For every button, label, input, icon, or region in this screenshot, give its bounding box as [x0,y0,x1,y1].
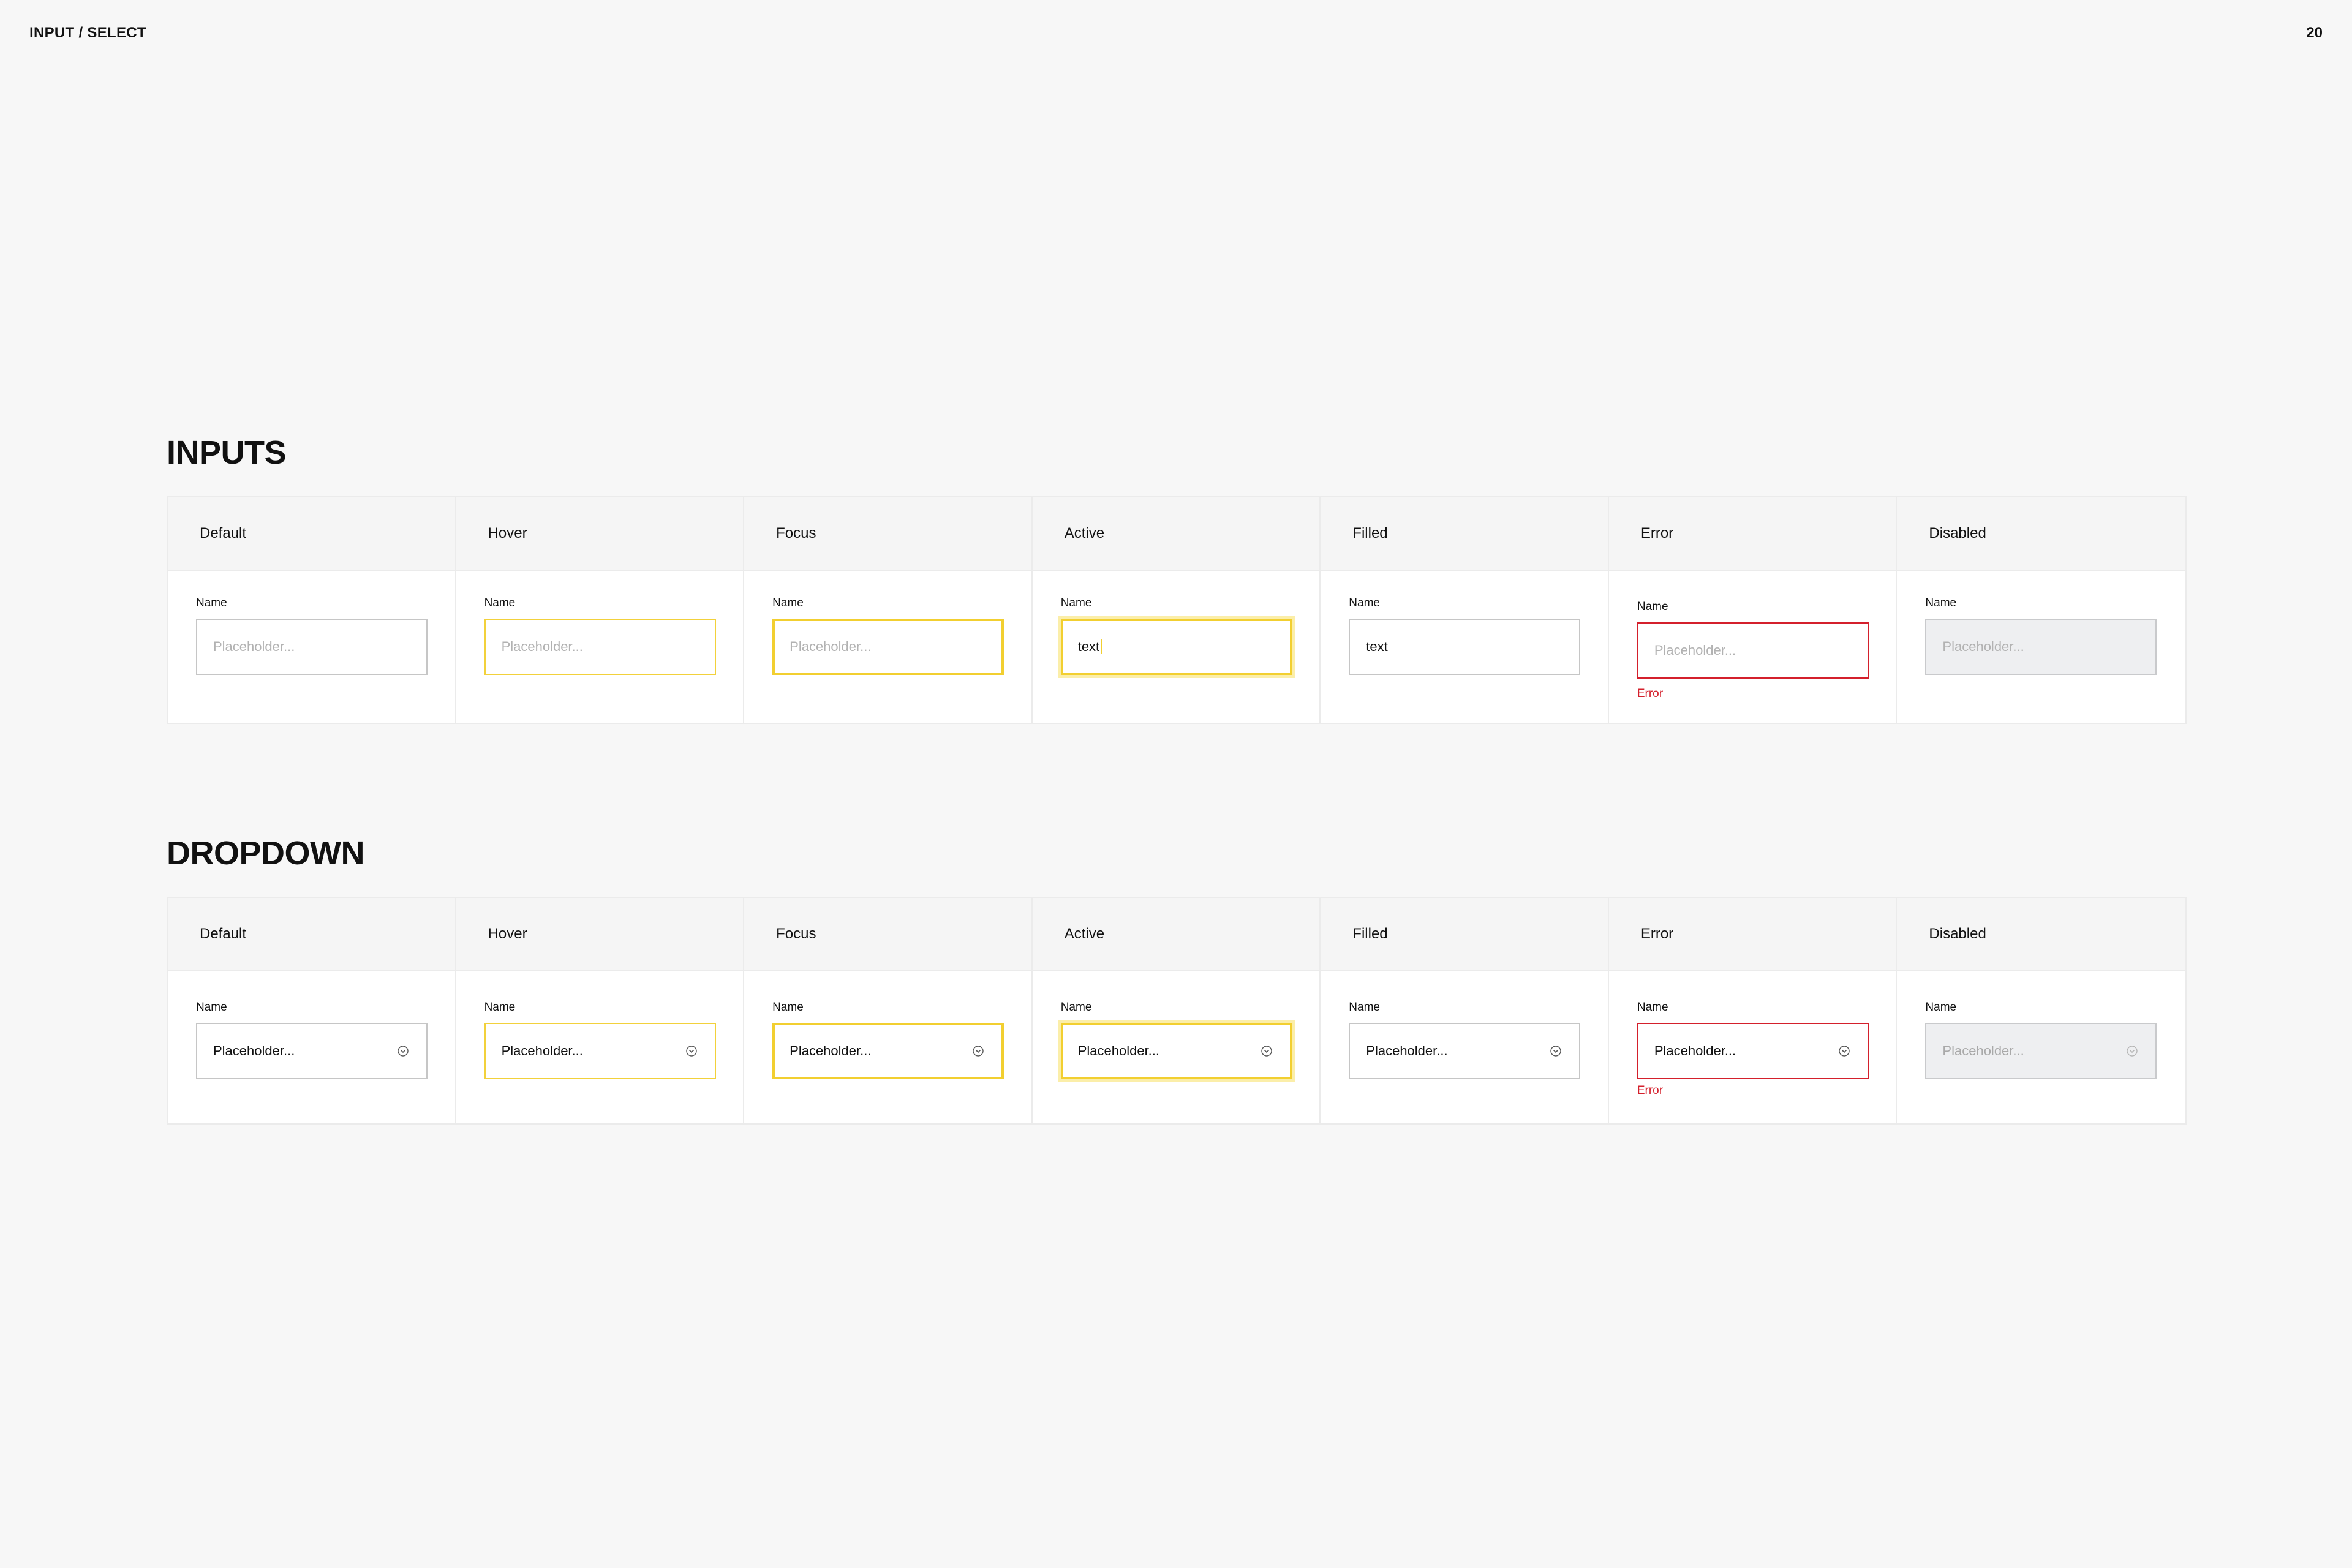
chevron-down-icon [1261,1046,1272,1057]
dropdown-cell-default: Name Placeholder... [168,971,456,1123]
col-header-hover: Hover [456,898,745,971]
input-value: text [1366,639,1388,654]
col-header-default: Default [168,497,456,571]
dropdown-cell-filled: Name Placeholder... [1321,971,1609,1123]
input-cell-filled: Name text [1321,571,1609,723]
chevron-down-icon [1839,1046,1850,1057]
field-label: Name [484,597,516,609]
input-cell-hover: Name Placeholder... [456,571,745,723]
col-header-filled: Filled [1321,898,1609,971]
col-header-error: Error [1608,497,1898,571]
dropdown-value: Placeholder... [1654,1043,1736,1058]
col-header-hover: Hover [456,497,745,571]
dropdown-value: Placeholder... [213,1043,295,1058]
input-default[interactable]: Placeholder... [196,619,428,675]
placeholder-text: Placeholder... [1654,643,1736,658]
chevron-down-icon [685,1046,697,1057]
chevron-down-icon [2127,1046,2138,1057]
dropdown-state-table: Default Hover Focus Active Filled Error … [167,897,2187,1125]
field-label: Name [1925,1001,1957,1014]
chevron-down-icon [1550,1046,1561,1057]
input-cell-error: Name Placeholder... Error [1609,571,1898,723]
dropdown-cell-hover: Name Placeholder... [456,971,745,1123]
error-message: Error [1637,687,1664,700]
field-label: Name [484,1001,516,1014]
col-header-default: Default [168,898,456,971]
field-label: Name [1349,597,1380,609]
col-header-focus: Focus [744,898,1033,971]
field-label: Name [1637,1001,1668,1014]
text-caret [1101,639,1103,654]
dropdown-cell-error: Name Placeholder... Error [1609,971,1898,1123]
dropdown-default[interactable]: Placeholder... [196,1023,428,1079]
field-label: Name [196,1001,227,1014]
dropdown-cell-focus: Name Placeholder... [744,971,1033,1123]
field-label: Name [1637,600,1668,613]
dropdown-cell-active: Name Placeholder... [1033,971,1321,1123]
error-message: Error [1637,1084,1664,1097]
field-label: Name [772,597,804,609]
dropdown-value: Placeholder... [1366,1043,1448,1058]
inputs-section-title: INPUTS [167,434,287,471]
placeholder-text: Placeholder... [1942,639,2024,654]
field-label: Name [772,1001,804,1014]
input-error[interactable]: Placeholder... [1637,622,1869,679]
col-header-active: Active [1032,898,1321,971]
dropdown-value: Placeholder... [1077,1043,1160,1058]
dropdown-hover[interactable]: Placeholder... [484,1023,716,1079]
dropdown-value: Placeholder... [501,1043,583,1058]
dropdown-value: Placeholder... [1942,1043,2024,1058]
input-filled[interactable]: text [1349,619,1581,675]
placeholder-text: Placeholder... [501,639,583,654]
dropdown-cell-disabled: Name Placeholder... [1897,971,2185,1123]
chevron-down-icon [398,1046,409,1057]
input-cell-focus: Name Placeholder... [744,571,1033,723]
input-active[interactable]: text [1060,619,1292,675]
inputs-state-table: Default Hover Focus Active Filled Error … [167,496,2187,724]
field-label: Name [1060,597,1092,609]
col-header-disabled: Disabled [1897,497,2185,571]
page-title: INPUT / SELECT [29,24,146,41]
field-label: Name [1060,1001,1092,1014]
input-focus[interactable]: Placeholder... [772,619,1005,675]
field-label: Name [196,597,227,609]
col-header-disabled: Disabled [1897,898,2185,971]
field-label: Name [1925,597,1957,609]
dropdown-filled[interactable]: Placeholder... [1349,1023,1581,1079]
col-header-focus: Focus [744,497,1033,571]
input-hover[interactable]: Placeholder... [484,619,716,675]
dropdown-value: Placeholder... [790,1043,872,1058]
col-header-filled: Filled [1321,497,1609,571]
chevron-down-icon [973,1046,984,1057]
field-label: Name [1349,1001,1380,1014]
dropdown-error[interactable]: Placeholder... [1637,1023,1869,1079]
dropdown-active[interactable]: Placeholder... [1060,1023,1292,1079]
col-header-error: Error [1608,898,1898,971]
dropdown-disabled: Placeholder... [1925,1023,2157,1079]
input-cell-disabled: Name Placeholder... [1897,571,2185,723]
input-value: text [1077,639,1100,654]
placeholder-text: Placeholder... [790,639,872,654]
dropdown-focus[interactable]: Placeholder... [772,1023,1005,1079]
page-number: 20 [2306,24,2323,41]
input-disabled: Placeholder... [1925,619,2157,675]
dropdown-section-title: DROPDOWN [167,835,364,872]
placeholder-text: Placeholder... [213,639,295,654]
col-header-active: Active [1032,497,1321,571]
input-cell-active: Name text [1033,571,1321,723]
input-cell-default: Name Placeholder... [168,571,456,723]
